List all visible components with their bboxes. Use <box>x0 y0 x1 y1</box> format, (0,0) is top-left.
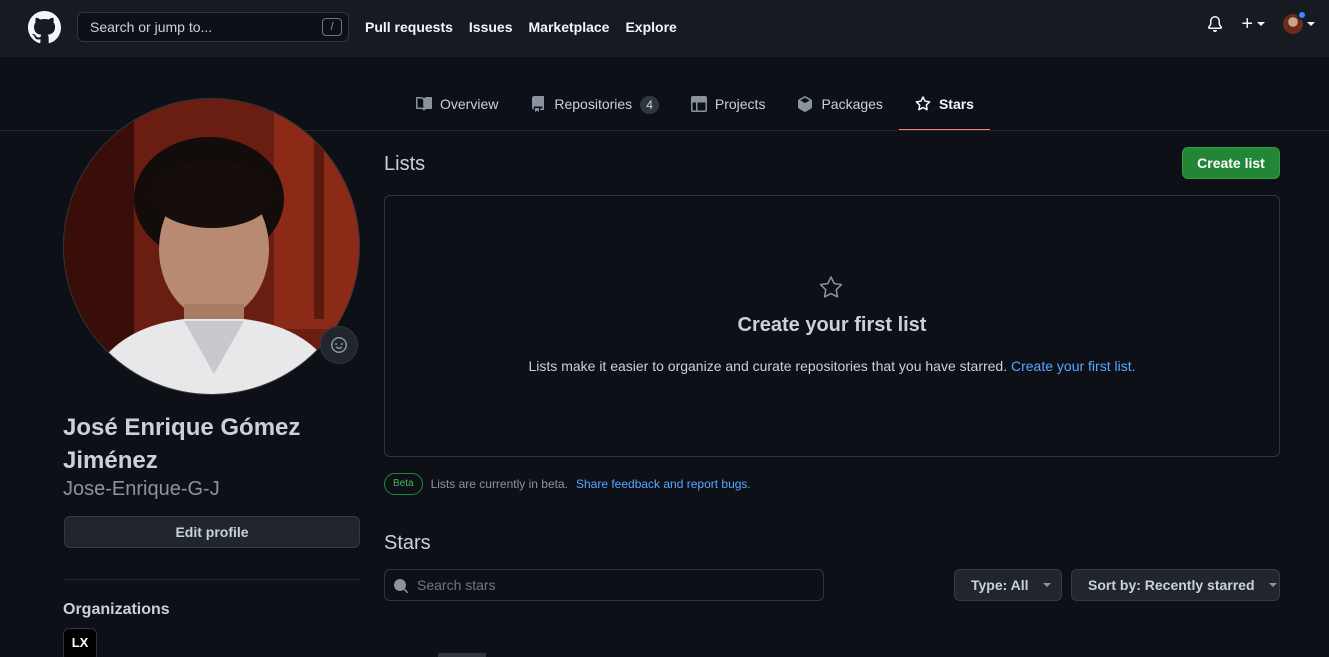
nav-issues[interactable]: Issues <box>469 19 513 35</box>
stars-heading: Stars <box>384 532 431 554</box>
tab-label: Stars <box>938 96 974 112</box>
book-icon <box>416 96 432 111</box>
global-header: Search or jump to... / Pull requests Iss… <box>0 0 1329 57</box>
tab-label: Projects <box>714 96 766 112</box>
lists-blankslate: Create your first list Lists make it eas… <box>384 195 1280 457</box>
tab-label: Packages <box>821 96 883 112</box>
package-icon <box>798 96 813 112</box>
chevron-down-icon <box>1042 583 1051 587</box>
project-icon <box>690 96 707 112</box>
nav-explore[interactable]: Explore <box>625 19 676 35</box>
smiley-icon <box>331 337 347 353</box>
set-status-button[interactable] <box>320 326 358 364</box>
create-list-button[interactable]: Create list <box>1182 147 1280 179</box>
tab-repositories[interactable]: Repositories 4 <box>514 86 675 131</box>
user-menu-dropdown[interactable] <box>1283 10 1315 34</box>
beta-text: Lists are currently in beta. <box>430 477 568 491</box>
create-first-list-link[interactable]: Create your first list. <box>1011 358 1135 374</box>
repositories-count-badge: 4 <box>640 96 659 114</box>
feedback-link[interactable]: Share feedback and report bugs. <box>576 477 751 491</box>
global-nav: Pull requests Issues Marketplace Explore <box>365 19 677 35</box>
loading-placeholder <box>438 653 486 657</box>
tab-packages[interactable]: Packages <box>781 86 898 131</box>
search-icon <box>394 579 409 594</box>
nav-marketplace[interactable]: Marketplace <box>529 19 610 35</box>
chevron-down-icon <box>1257 22 1265 26</box>
blankslate-title: Create your first list <box>737 314 927 336</box>
profile-username: Jose-Enrique-G-J <box>63 478 220 500</box>
lists-heading: Lists <box>384 153 426 175</box>
search-placeholder: Search stars <box>417 577 496 593</box>
sort-dropdown[interactable]: Sort by: Recently starred <box>1071 569 1280 601</box>
tab-stars[interactable]: Stars <box>898 86 990 131</box>
profile-avatar[interactable] <box>63 98 360 395</box>
search-placeholder: Search or jump to... <box>90 19 213 35</box>
star-icon <box>915 96 931 111</box>
search-shortcut-hint: / <box>322 18 342 36</box>
tab-label: Repositories <box>554 96 633 112</box>
header-actions: + <box>1207 10 1315 34</box>
chevron-down-icon <box>1307 22 1315 26</box>
notification-dot-icon <box>1297 10 1307 20</box>
type-filter-label: Type: All <box>971 577 1029 593</box>
plus-icon: + <box>1241 13 1253 35</box>
profile-photo <box>64 99 359 394</box>
nav-pull-requests[interactable]: Pull requests <box>365 19 453 35</box>
profile-tabs: Overview Repositories 4 Projects Package… <box>400 86 990 131</box>
organization-avatar[interactable]: LX <box>63 628 97 657</box>
tab-label: Overview <box>440 96 499 112</box>
search-stars-input[interactable]: Search stars <box>384 569 824 601</box>
sort-label: Sort by: Recently starred <box>1088 577 1255 593</box>
beta-notice: Beta Lists are currently in beta. Share … <box>384 473 751 495</box>
profile-full-name: José Enrique Gómez Jiménez <box>63 414 301 474</box>
beta-badge: Beta <box>384 473 423 495</box>
tab-overview[interactable]: Overview <box>400 86 514 131</box>
chevron-down-icon <box>1268 583 1277 587</box>
blankslate-description: Lists make it easier to organize and cur… <box>385 358 1279 374</box>
github-logo-icon[interactable] <box>28 11 61 44</box>
star-icon <box>819 276 843 298</box>
edit-profile-button[interactable]: Edit profile <box>64 516 360 548</box>
global-search-input[interactable]: Search or jump to... / <box>77 12 349 42</box>
create-new-dropdown[interactable]: + <box>1241 14 1265 34</box>
tab-projects[interactable]: Projects <box>675 86 782 131</box>
repo-icon <box>532 96 545 112</box>
organizations-heading: Organizations <box>63 601 170 618</box>
type-filter-dropdown[interactable]: Type: All <box>954 569 1062 601</box>
sidebar-divider <box>64 579 360 580</box>
bell-icon[interactable] <box>1207 16 1223 32</box>
blankslate-text: Lists make it easier to organize and cur… <box>528 358 1008 374</box>
